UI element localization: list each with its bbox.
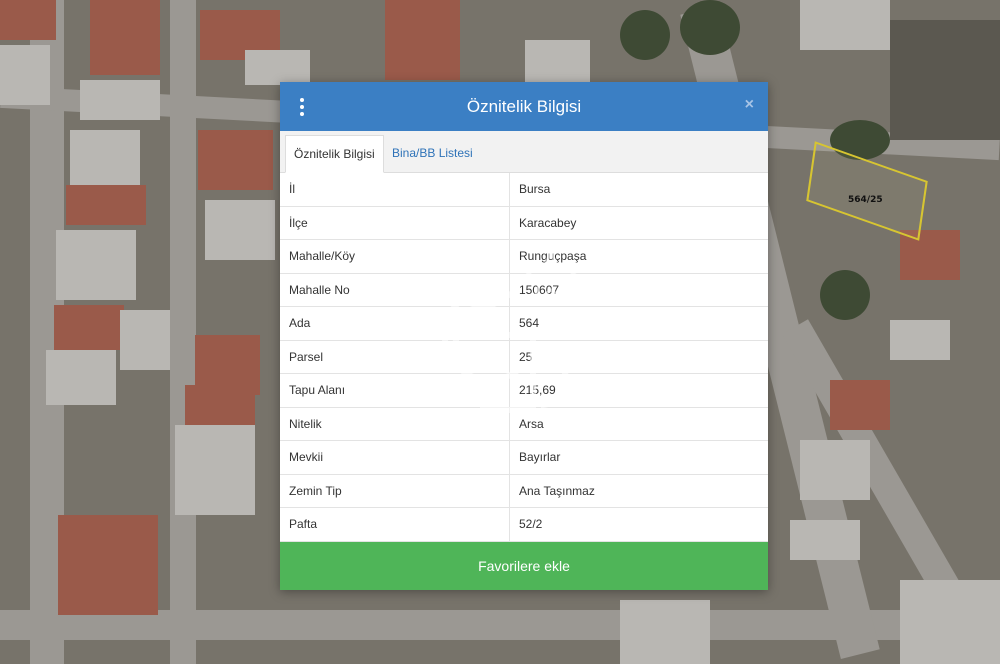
map-tree	[680, 0, 740, 55]
map-building	[66, 185, 146, 225]
attribute-row: Mahalle/Köy Runguçpaşa	[280, 239, 768, 274]
map-building	[198, 130, 273, 190]
attribute-key: Nitelik	[280, 407, 510, 441]
attribute-key: Mevkii	[280, 440, 510, 475]
attribute-row: Parsel 25	[280, 340, 768, 374]
attribute-key: İl	[280, 173, 510, 207]
attribute-value: Runguçpaşa	[509, 239, 768, 274]
attribute-value: Bayırlar	[509, 440, 768, 475]
map-building	[790, 520, 860, 560]
attribute-row: Ada 564	[280, 306, 768, 341]
attribute-value: 150607	[509, 273, 768, 307]
attribute-value: Karacabey	[509, 206, 768, 240]
attribute-table: İl Bursa İlçe Karacabey Mahalle/Köy Runguçpaş…	[280, 173, 768, 542]
map-building	[185, 385, 255, 425]
tab-building-list[interactable]: Bina/BB Listesi	[384, 135, 481, 171]
close-icon[interactable]: ×	[745, 96, 754, 114]
add-to-favorites-button[interactable]: Favorilere ekle	[280, 542, 768, 590]
attribute-row: İlçe Karacabey	[280, 206, 768, 240]
kebab-menu-icon[interactable]	[298, 98, 306, 116]
attribute-row: Pafta 52/2	[280, 507, 768, 542]
map-building	[245, 50, 310, 85]
attribute-row: Mevkii Bayırlar	[280, 440, 768, 475]
map-road	[170, 0, 196, 664]
map-building	[120, 310, 170, 370]
attribute-key: İlçe	[280, 206, 510, 240]
attribute-key: Mahalle No	[280, 273, 510, 307]
map-building	[800, 0, 890, 50]
map-building	[900, 580, 1000, 664]
attribute-row: Nitelik Arsa	[280, 407, 768, 441]
attribute-row: İl Bursa	[280, 173, 768, 207]
map-building	[70, 130, 140, 185]
map-building	[900, 230, 960, 280]
attribute-row: Tapu Alanı 215,69	[280, 373, 768, 408]
dialog-title: Öznitelik Bilgisi	[466, 96, 582, 116]
attribute-value: Bursa	[509, 173, 768, 207]
map-building	[90, 0, 160, 75]
attribute-key: Ada	[280, 306, 510, 341]
attribute-key: Tapu Alanı	[280, 373, 510, 408]
map-tree	[620, 10, 670, 60]
map-building	[54, 305, 124, 350]
attribute-value: 215,69	[509, 373, 768, 408]
map-building	[0, 45, 50, 105]
map-building	[46, 350, 116, 405]
dialog-tabs: Öznitelik Bilgisi Bina/BB Listesi	[280, 131, 768, 173]
map-building	[890, 20, 1000, 140]
map-building	[0, 0, 56, 40]
attribute-key: Pafta	[280, 507, 510, 542]
attribute-value: 564	[509, 306, 768, 341]
attribute-value: Arsa	[509, 407, 768, 441]
attribute-key: Parsel	[280, 340, 510, 374]
map-building	[800, 440, 870, 500]
map-building	[525, 40, 590, 85]
attribute-value: 25	[509, 340, 768, 374]
map-building	[80, 80, 160, 120]
attribute-key: Mahalle/Köy	[280, 239, 510, 274]
parcel-label: 564/25	[848, 195, 883, 205]
attribute-row: Zemin Tip Ana Taşınmaz	[280, 474, 768, 508]
map-building	[205, 200, 275, 260]
attribute-info-dialog: Öznitelik Bilgisi × Öznitelik Bilgisi Bi…	[280, 82, 768, 590]
attribute-value: 52/2	[509, 507, 768, 542]
map-building	[175, 425, 255, 515]
map-building	[830, 380, 890, 430]
tab-attribute-info[interactable]: Öznitelik Bilgisi	[285, 135, 384, 173]
attribute-row: Mahalle No 150607	[280, 273, 768, 307]
map-building	[56, 230, 136, 300]
attribute-value: Ana Taşınmaz	[509, 474, 768, 508]
map-building	[620, 600, 710, 664]
map-building	[58, 515, 158, 615]
attribute-key: Zemin Tip	[280, 474, 510, 508]
dialog-header: Öznitelik Bilgisi ×	[280, 82, 768, 131]
map-building	[890, 320, 950, 360]
map-tree	[820, 270, 870, 320]
map-building	[385, 0, 460, 80]
